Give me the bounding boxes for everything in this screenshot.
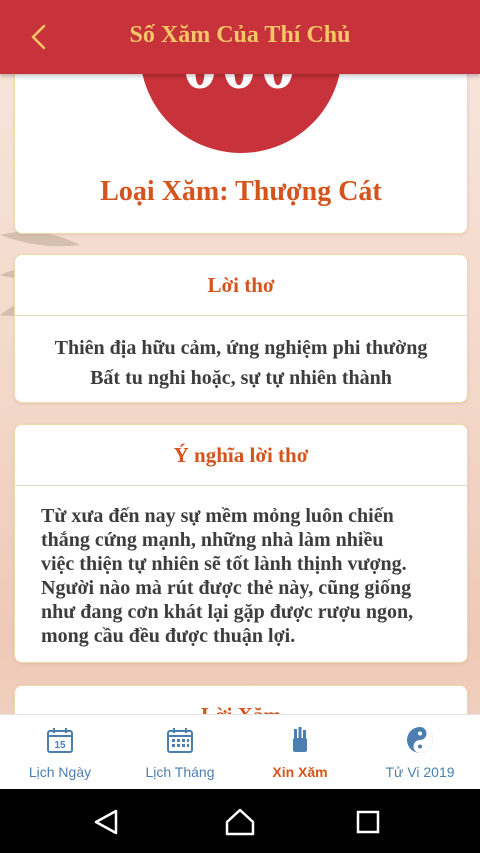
nav-tu-vi[interactable]: Tử Vi 2019 bbox=[360, 715, 480, 790]
meaning-line: thắng cứng mạnh, những nhà làm nhiều bbox=[41, 529, 384, 551]
home-icon[interactable] bbox=[225, 807, 255, 837]
nav-label: Xin Xăm bbox=[272, 764, 328, 780]
fortune-sticks-icon bbox=[293, 727, 307, 752]
bottom-navigation: 15 Lịch Ngày Lịch Tháng Xin Xăm Tử Vi 20… bbox=[0, 714, 480, 790]
app-header: Số Xăm Của Thí Chủ bbox=[0, 0, 480, 74]
calendar-month-icon bbox=[167, 728, 193, 753]
poem-body: Thiên địa hữu cảm, ứng nghiệm phi thường… bbox=[15, 316, 467, 393]
nav-lich-thang[interactable]: Lịch Tháng bbox=[120, 715, 240, 790]
meaning-card: Ý nghĩa lời thơ Từ xưa đến nay sự mềm mỏ… bbox=[14, 424, 468, 663]
nav-label: Tử Vi 2019 bbox=[385, 764, 455, 780]
result-card: 000 Loại Xăm: Thượng Cát bbox=[14, 60, 468, 234]
calendar-day-number: 15 bbox=[54, 740, 66, 751]
system-navigation-bar bbox=[0, 789, 480, 853]
poem-heading: Lời thơ bbox=[15, 255, 467, 316]
calendar-day-icon: 15 bbox=[47, 728, 73, 753]
recents-icon[interactable] bbox=[353, 807, 383, 837]
meaning-line: Người nào mà rút được thẻ này, cũng giốn… bbox=[41, 577, 412, 599]
poem-line: Bất tu nghi hoặc, sự tự nhiên thành bbox=[90, 367, 392, 389]
back-triangle-icon[interactable] bbox=[91, 807, 121, 837]
poem-card: Lời thơ Thiên địa hữu cảm, ứng nghiệm ph… bbox=[14, 254, 468, 403]
nav-lich-ngay[interactable]: 15 Lịch Ngày bbox=[0, 715, 120, 790]
meaning-line: như đang cơn khát lại gặp được rượu ngon… bbox=[41, 601, 414, 623]
meaning-line: việc thiện tự nhiên sẽ tốt lành thịnh vư… bbox=[41, 553, 407, 575]
poem-line: Thiên địa hữu cảm, ứng nghiệm phi thường bbox=[54, 337, 428, 359]
meaning-line: Từ xưa đến nay sự mềm mỏng luôn chiến bbox=[41, 505, 394, 527]
nav-label: Lịch Tháng bbox=[145, 764, 215, 780]
nav-label: Lịch Ngày bbox=[28, 764, 92, 780]
yin-yang-icon bbox=[407, 727, 433, 753]
meaning-body: Từ xưa đến nay sự mềm mỏng luôn chiến th… bbox=[15, 486, 467, 648]
fortune-type: Loại Xăm: Thượng Cát bbox=[100, 176, 382, 207]
nav-xin-xam[interactable]: Xin Xăm bbox=[240, 715, 360, 790]
meaning-line: mong cầu đều được thuận lợi. bbox=[41, 625, 296, 647]
meaning-heading: Ý nghĩa lời thơ bbox=[15, 425, 467, 486]
page-title: Số Xăm Của Thí Chủ bbox=[129, 22, 351, 48]
